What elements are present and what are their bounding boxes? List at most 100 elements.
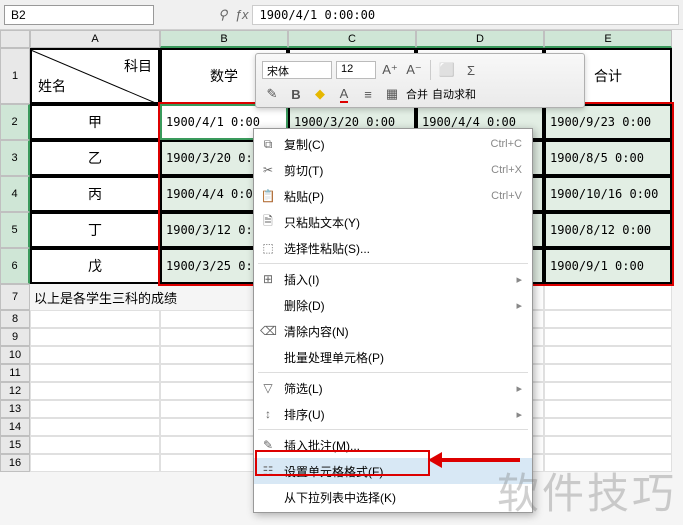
menu-paste-special[interactable]: ⬚选择性粘贴(S)... — [254, 235, 532, 261]
cell-E6[interactable]: 1900/9/1 0:00 — [544, 248, 672, 284]
filter-icon: ▽ — [260, 381, 276, 395]
row-header-1[interactable]: 1 — [0, 48, 30, 104]
empty-cell[interactable] — [30, 346, 160, 364]
cell-E7[interactable] — [544, 284, 672, 310]
row-header-3[interactable]: 3 — [0, 140, 30, 176]
a1-name-label: 姓名 — [38, 76, 66, 96]
empty-cell[interactable] — [30, 364, 160, 382]
cell-A1[interactable]: 姓名 科目 — [30, 48, 160, 104]
merge-label[interactable]: 合并 — [406, 86, 428, 102]
cell-A3[interactable]: 乙 — [30, 140, 160, 176]
menu-clear[interactable]: ⌫清除内容(N) — [254, 318, 532, 344]
autosum-icon[interactable]: Σ — [461, 60, 481, 80]
empty-cell[interactable] — [30, 418, 160, 436]
menu-insert[interactable]: ⊞插入(I)▸ — [254, 266, 532, 292]
annotation-arrow — [440, 458, 520, 462]
cell-E5[interactable]: 1900/8/12 0:00 — [544, 212, 672, 248]
empty-cell[interactable] — [30, 382, 160, 400]
empty-cell[interactable] — [544, 310, 672, 328]
empty-cell[interactable] — [544, 454, 672, 472]
cell-A5[interactable]: 丁 — [30, 212, 160, 248]
row-header-11[interactable]: 11 — [0, 364, 30, 382]
autosum-label[interactable]: 自动求和 — [432, 86, 476, 102]
cell-E4[interactable]: 1900/10/16 0:00 — [544, 176, 672, 212]
format-icon: ☷ — [260, 464, 276, 478]
empty-cell[interactable] — [30, 436, 160, 454]
row-header-15[interactable]: 15 — [0, 436, 30, 454]
paste-special-icon: ⬚ — [260, 241, 276, 255]
font-color-icon[interactable]: A — [334, 84, 354, 104]
col-header-A[interactable]: A — [30, 30, 160, 48]
decrease-font-icon[interactable]: A⁻ — [404, 60, 424, 80]
row-header-4[interactable]: 4 — [0, 176, 30, 212]
copy-icon: ⧉ — [260, 137, 276, 152]
row-header-7[interactable]: 7 — [0, 284, 30, 310]
fx-icon[interactable]: ⚲ ƒx — [218, 7, 248, 23]
empty-cell[interactable] — [544, 382, 672, 400]
menu-dropdown-list[interactable]: 从下拉列表中选择(K) — [254, 484, 532, 510]
cell-E3[interactable]: 1900/8/5 0:00 — [544, 140, 672, 176]
row-header-6[interactable]: 6 — [0, 248, 30, 284]
align-icon[interactable]: ≡ — [358, 84, 378, 104]
menu-delete[interactable]: 删除(D)▸ — [254, 292, 532, 318]
col-header-B[interactable]: B — [160, 30, 288, 48]
name-box[interactable] — [4, 5, 154, 25]
context-menu: ⧉复制(C)Ctrl+C ✂剪切(T)Ctrl+X 📋粘贴(P)Ctrl+V 🗎… — [253, 128, 533, 513]
paste-icon: 📋 — [260, 189, 276, 203]
cell-A2[interactable]: 甲 — [30, 104, 160, 140]
a1-subject-label: 科目 — [124, 56, 152, 76]
sort-icon: ↕ — [260, 407, 276, 421]
menu-comment[interactable]: ✎插入批注(M)... — [254, 432, 532, 458]
borders-icon[interactable]: ▦ — [382, 84, 402, 104]
row-header-2[interactable]: 2 — [0, 104, 30, 140]
menu-copy[interactable]: ⧉复制(C)Ctrl+C — [254, 131, 532, 157]
formula-bar-row: ⚲ ƒx 1900/4/1 0:00:00 — [0, 0, 683, 30]
empty-cell[interactable] — [30, 400, 160, 418]
row-headers: 1 2 3 4 5 6 7 8 9 10 11 12 13 14 15 16 — [0, 48, 30, 472]
empty-cell[interactable] — [30, 328, 160, 346]
paste-text-icon: 🗎 — [260, 212, 276, 233]
empty-cell[interactable] — [544, 364, 672, 382]
cell-A6[interactable]: 戊 — [30, 248, 160, 284]
row-header-10[interactable]: 10 — [0, 346, 30, 364]
cell-A4[interactable]: 丙 — [30, 176, 160, 212]
menu-paste-text[interactable]: 🗎只粘贴文本(Y) — [254, 209, 532, 235]
font-size-select[interactable]: 12 — [336, 61, 376, 79]
empty-cell[interactable] — [30, 454, 160, 472]
col-header-E[interactable]: E — [544, 30, 672, 48]
menu-batch[interactable]: 批量处理单元格(P) — [254, 344, 532, 370]
empty-cell[interactable] — [30, 310, 160, 328]
empty-cell[interactable] — [544, 418, 672, 436]
insert-icon: ⊞ — [260, 272, 276, 286]
row-header-14[interactable]: 14 — [0, 418, 30, 436]
row-header-5[interactable]: 5 — [0, 212, 30, 248]
menu-filter[interactable]: ▽筛选(L)▸ — [254, 375, 532, 401]
row-header-12[interactable]: 12 — [0, 382, 30, 400]
col-header-D[interactable]: D — [416, 30, 544, 48]
row-header-13[interactable]: 13 — [0, 400, 30, 418]
merge-icon[interactable]: ⬜ — [437, 60, 457, 80]
empty-cell[interactable] — [544, 328, 672, 346]
cell-A7[interactable]: 以上是各学生三科的成绩 — [30, 284, 288, 310]
row-header-8[interactable]: 8 — [0, 310, 30, 328]
empty-cell[interactable] — [544, 400, 672, 418]
format-painter-icon[interactable]: ✎ — [262, 84, 282, 104]
row-header-16[interactable]: 16 — [0, 454, 30, 472]
font-family-select[interactable]: 宋体 — [262, 61, 332, 79]
clear-icon: ⌫ — [260, 324, 276, 338]
col-header-C[interactable]: C — [288, 30, 416, 48]
menu-cut[interactable]: ✂剪切(T)Ctrl+X — [254, 157, 532, 183]
empty-cell[interactable] — [544, 346, 672, 364]
menu-sort[interactable]: ↕排序(U)▸ — [254, 401, 532, 427]
empty-cell[interactable] — [544, 436, 672, 454]
comment-icon: ✎ — [260, 438, 276, 452]
mini-toolbar: 宋体 12 A⁺ A⁻ ⬜ Σ ✎ B ◆ A ≡ ▦ 合并 自动求和 — [255, 53, 585, 108]
fill-color-icon[interactable]: ◆ — [310, 84, 330, 104]
select-all-corner[interactable] — [0, 30, 30, 48]
menu-paste[interactable]: 📋粘贴(P)Ctrl+V — [254, 183, 532, 209]
cell-E2[interactable]: 1900/9/23 0:00 — [544, 104, 672, 140]
formula-bar[interactable]: 1900/4/1 0:00:00 — [252, 5, 679, 25]
bold-icon[interactable]: B — [286, 84, 306, 104]
increase-font-icon[interactable]: A⁺ — [380, 60, 400, 80]
row-header-9[interactable]: 9 — [0, 328, 30, 346]
